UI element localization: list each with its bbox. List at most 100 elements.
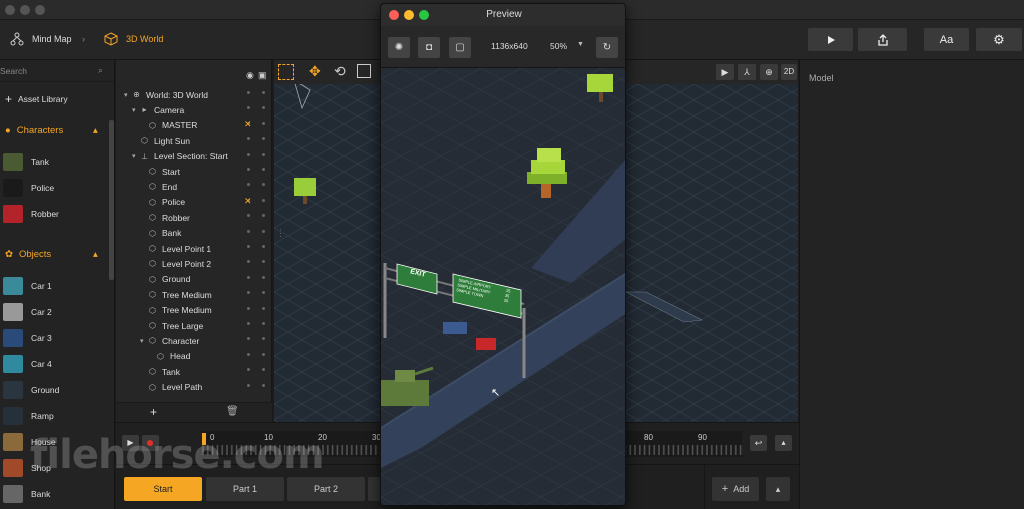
hierarchy-item[interactable]: ⬡ End bbox=[140, 179, 177, 194]
lock-dot[interactable] bbox=[262, 368, 265, 372]
hierarchy-item[interactable]: ▾ ⬡ Character bbox=[140, 333, 199, 348]
window-minimize-button[interactable] bbox=[20, 5, 30, 15]
bug-icon[interactable]: ✺ bbox=[388, 37, 410, 58]
visibility-dot[interactable] bbox=[247, 245, 250, 248]
globe-icon[interactable]: ⊕ bbox=[760, 64, 778, 80]
hierarchy-item[interactable]: ▾ ⊥ Level Section: Start bbox=[132, 149, 228, 164]
trash-icon[interactable]: 🗑 bbox=[226, 406, 239, 417]
scale-tool-icon[interactable] bbox=[357, 64, 371, 78]
timeline-collapse-button[interactable]: ▴ bbox=[775, 435, 792, 451]
hierarchy-item[interactable]: ▾ ⊕ World: 3D World bbox=[124, 87, 208, 102]
visibility-dot[interactable] bbox=[247, 168, 250, 171]
asset-item-police[interactable]: Police bbox=[0, 176, 110, 200]
lock-dot[interactable] bbox=[262, 106, 265, 110]
asset-search[interactable]: Search ⌕ bbox=[0, 60, 114, 82]
section-tab-part-1[interactable]: Part 1 bbox=[206, 477, 284, 501]
breadcrumb-mind-map[interactable]: Mind Map bbox=[32, 34, 72, 44]
expand-arrow-icon[interactable]: ▾ bbox=[140, 337, 148, 345]
preview-window[interactable]: Preview ✺ ◘ ▢ 1136x640 50% ▼ ↻ EXIT SIMP… bbox=[380, 3, 626, 506]
visibility-dot[interactable] bbox=[247, 137, 250, 141]
axis-icon[interactable]: ⅄ bbox=[738, 64, 756, 80]
hierarchy-item[interactable]: ⬡ Level Point 2 bbox=[140, 256, 211, 271]
lock-dot[interactable] bbox=[262, 214, 265, 218]
camera-icon[interactable]: ◘ bbox=[418, 37, 440, 58]
add-node-button[interactable]: + bbox=[150, 405, 157, 419]
share-button[interactable] bbox=[858, 28, 907, 51]
asset-item-ground[interactable]: Ground bbox=[0, 378, 110, 402]
characters-section-header[interactable]: ● Characters ▴ bbox=[0, 120, 110, 140]
visibility-dot[interactable] bbox=[247, 183, 250, 187]
visibility-dot[interactable] bbox=[247, 352, 250, 356]
hidden-marker-icon[interactable]: ✕ bbox=[244, 196, 252, 207]
panel-splitter[interactable]: ⋮ bbox=[276, 228, 285, 248]
expand-arrow-icon[interactable]: ▾ bbox=[124, 91, 132, 99]
section-tab-start[interactable]: Start bbox=[124, 477, 202, 501]
hierarchy-item[interactable]: ⬡ Start bbox=[140, 164, 180, 179]
preview-zoom-button[interactable] bbox=[419, 10, 429, 20]
rotate-tool-icon[interactable]: ⟲ bbox=[334, 63, 346, 80]
asset-item-car-3[interactable]: Car 3 bbox=[0, 326, 110, 350]
visibility-dot[interactable] bbox=[247, 229, 250, 233]
camera-view-button[interactable]: ▶ bbox=[716, 64, 734, 80]
2d-toggle-button[interactable]: 2D bbox=[781, 64, 797, 80]
lock-dot[interactable] bbox=[262, 91, 265, 94]
move-tool-icon[interactable]: ✥ bbox=[309, 63, 321, 80]
play-button[interactable] bbox=[808, 28, 853, 51]
asset-item-ramp[interactable]: Ramp bbox=[0, 404, 110, 428]
hierarchy-item[interactable]: ⬡ Robber bbox=[140, 210, 190, 225]
hierarchy-item[interactable]: ⬡ Tree Medium bbox=[140, 303, 212, 318]
visibility-dot[interactable] bbox=[247, 291, 250, 295]
lock-dot[interactable] bbox=[262, 152, 265, 156]
hierarchy-item[interactable]: ⬡ Head bbox=[148, 349, 190, 364]
window-zoom-button[interactable] bbox=[35, 5, 45, 15]
lock-dot[interactable] bbox=[262, 337, 265, 341]
visibility-dot[interactable] bbox=[247, 91, 250, 94]
lock-dot[interactable] bbox=[262, 121, 265, 125]
hierarchy-item[interactable]: ⬡ MASTER bbox=[140, 118, 197, 133]
lock-dot[interactable] bbox=[262, 383, 265, 387]
lock-dot[interactable] bbox=[262, 352, 265, 356]
lock-dot[interactable] bbox=[262, 306, 265, 310]
section-tab-more[interactable] bbox=[368, 477, 380, 501]
hierarchy-item[interactable]: ⬡ Police bbox=[140, 195, 185, 210]
zoom-select[interactable]: 50% bbox=[550, 41, 567, 51]
lock-icon[interactable]: ▣ bbox=[258, 70, 267, 81]
lock-dot[interactable] bbox=[262, 260, 265, 264]
hierarchy-item[interactable]: ⬡ Level Path bbox=[140, 380, 202, 395]
eye-icon[interactable]: ◉ bbox=[246, 70, 254, 81]
tree-object[interactable] bbox=[294, 178, 316, 204]
window-close-button[interactable] bbox=[5, 5, 15, 15]
lock-dot[interactable] bbox=[262, 229, 265, 233]
resolution-select[interactable]: 1136x640 bbox=[491, 41, 528, 51]
hierarchy-item[interactable]: ⬡ Level Point 1 bbox=[140, 241, 211, 256]
preview-close-button[interactable] bbox=[389, 10, 399, 20]
hierarchy-item[interactable]: ⬡ Bank bbox=[140, 226, 181, 241]
asset-scrollbar[interactable] bbox=[109, 120, 114, 280]
select-tool-icon[interactable] bbox=[278, 64, 294, 80]
hierarchy-item[interactable]: ⬡ Tank bbox=[140, 364, 180, 379]
lock-dot[interactable] bbox=[262, 183, 265, 187]
section-tab-part-2[interactable]: Part 2 bbox=[287, 477, 365, 501]
lock-dot[interactable] bbox=[262, 291, 265, 295]
hierarchy-item[interactable]: ⬡ Tree Medium bbox=[140, 287, 212, 302]
lock-dot[interactable] bbox=[262, 245, 265, 248]
preview-render[interactable]: EXIT SIMPLE AIRPORT SIMPLE MILITARY SIMP… bbox=[381, 68, 625, 505]
preview-minimize-button[interactable] bbox=[404, 10, 414, 20]
objects-section-header[interactable]: ✿ Objects ▴ bbox=[0, 244, 110, 264]
expand-arrow-icon[interactable]: ▾ bbox=[132, 106, 140, 114]
visibility-dot[interactable] bbox=[247, 368, 250, 372]
hierarchy-item[interactable]: ⬡ Ground bbox=[140, 272, 190, 287]
lock-dot[interactable] bbox=[262, 168, 265, 171]
add-section-button[interactable]: + Add bbox=[712, 477, 759, 501]
breadcrumb-3d-world[interactable]: 3D World bbox=[126, 34, 163, 44]
refresh-icon[interactable]: ↻ bbox=[596, 37, 618, 58]
asset-item-bank[interactable]: Bank bbox=[0, 482, 110, 506]
visibility-dot[interactable] bbox=[247, 214, 250, 218]
sections-collapse-button[interactable]: ▴ bbox=[766, 477, 790, 501]
fullscreen-icon[interactable]: ▢ bbox=[449, 37, 471, 58]
asset-item-robber[interactable]: Robber bbox=[0, 202, 110, 226]
asset-item-tank[interactable]: Tank bbox=[0, 150, 110, 174]
visibility-dot[interactable] bbox=[247, 337, 250, 341]
visibility-dot[interactable] bbox=[247, 322, 250, 325]
visibility-dot[interactable] bbox=[247, 383, 250, 387]
